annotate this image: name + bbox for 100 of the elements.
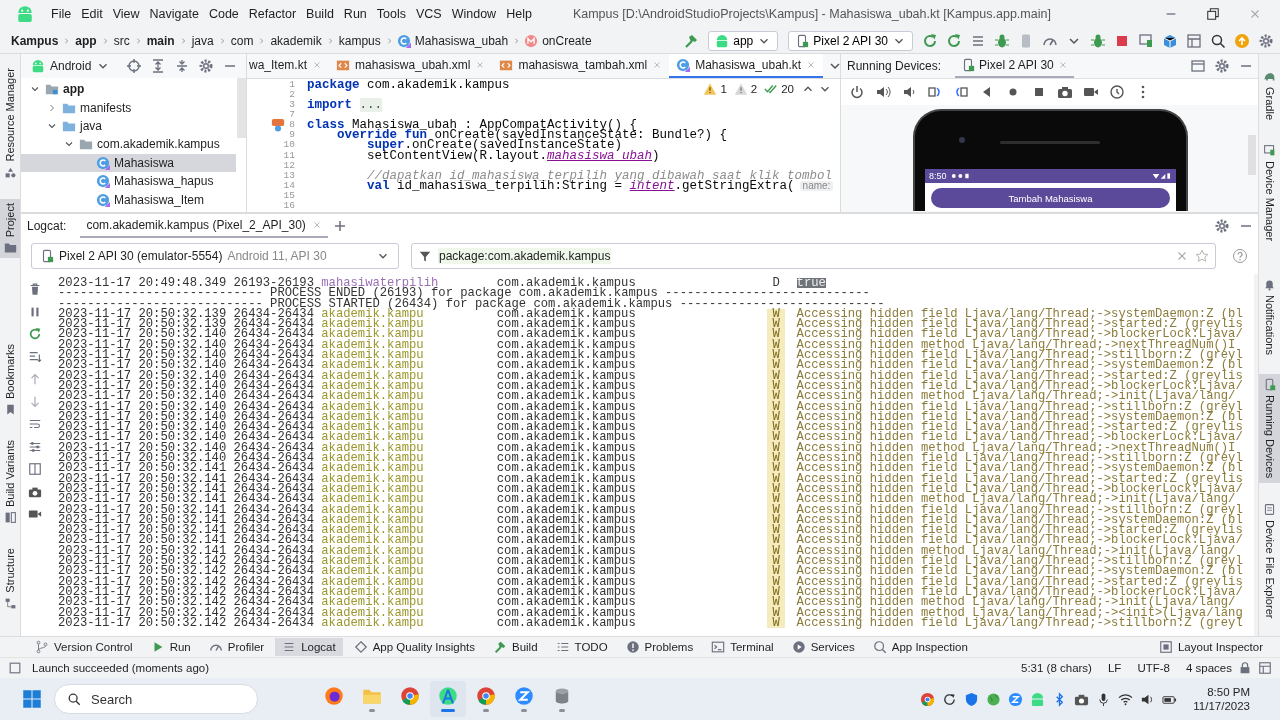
status-item[interactable]: LF: [1107, 662, 1122, 674]
device-manager-icon[interactable]: [1138, 32, 1154, 49]
sync-icon[interactable]: [942, 691, 958, 707]
device-tab[interactable]: Pixel 2 API 30: [955, 54, 1074, 78]
settings-icon[interactable]: [1258, 32, 1274, 49]
tool-window-tab[interactable]: Structure: [0, 544, 20, 614]
breadcrumb[interactable]: src: [112, 33, 131, 48]
browser-icon[interactable]: [920, 691, 936, 707]
split-icon[interactable]: [28, 462, 42, 476]
tool-window-button[interactable]: App Quality Insights: [346, 638, 482, 656]
menu-item[interactable]: Run: [338, 7, 372, 21]
menu-item[interactable]: VCS: [411, 7, 447, 21]
tree-item[interactable]: Mahasiswa: [21, 153, 236, 172]
status-item[interactable]: 5:31 (8 chars): [1021, 662, 1092, 674]
rotate-right-icon[interactable]: [953, 84, 969, 100]
update-icon[interactable]: [1234, 32, 1250, 49]
scrollbar-thumb[interactable]: [237, 78, 246, 138]
tool-window-button[interactable]: Terminal: [704, 638, 781, 656]
tool-window-button[interactable]: Profiler: [201, 638, 272, 656]
tree-item[interactable]: java: [21, 116, 236, 136]
soft-wrap-icon[interactable]: [28, 417, 42, 431]
lock-icon[interactable]: [1238, 661, 1252, 675]
arrow-down-icon[interactable]: [28, 394, 42, 409]
tree-item[interactable]: app: [21, 80, 236, 99]
tool-window-tab[interactable]: Device File Explorer: [1259, 498, 1280, 622]
typo-count[interactable]: 20: [781, 83, 794, 95]
tool-window-button[interactable]: Problems: [618, 638, 701, 656]
breadcrumb[interactable]: java: [190, 33, 215, 48]
wifi-icon[interactable]: [1118, 691, 1134, 707]
volume-up-icon[interactable]: [875, 84, 891, 100]
breadcrumb[interactable]: akademik: [269, 33, 323, 48]
breadcrumb[interactable]: Kampus: [10, 33, 60, 48]
tree-item[interactable]: com.akademik.kampus: [21, 135, 236, 154]
tool-window-tab[interactable]: Device Manager: [1259, 140, 1280, 246]
menu-item[interactable]: Edit: [76, 7, 108, 21]
tool-window-tab[interactable]: Notifications: [1259, 273, 1280, 359]
tool-window-tab[interactable]: Project: [0, 198, 20, 258]
tool-window-tab[interactable]: Gradle: [1259, 66, 1280, 125]
apply-changes-icon[interactable]: [946, 32, 962, 49]
status-item[interactable]: 4 spaces: [1185, 662, 1232, 674]
hammer-icon[interactable]: [683, 32, 700, 49]
menu-item[interactable]: Tools: [371, 7, 411, 21]
logcat-tab[interactable]: com.akademik.kampus (Pixel_2_API_30): [80, 214, 328, 238]
volume-down-icon[interactable]: [901, 84, 917, 100]
help-icon[interactable]: [1232, 248, 1248, 264]
filter-field[interactable]: package:com.akademik.kampus: [411, 243, 1216, 269]
menu-item[interactable]: File: [46, 7, 77, 21]
menu-item[interactable]: View: [107, 7, 145, 21]
tool-window-button[interactable]: Version Control: [28, 638, 140, 656]
warning-count[interactable]: 1: [720, 83, 727, 95]
star-icon[interactable]: [1195, 249, 1209, 263]
format-icon[interactable]: [28, 439, 42, 454]
editor-tab[interactable]: mahasiswa_ubah.xml: [329, 54, 493, 78]
settings-icon[interactable]: [1214, 58, 1230, 74]
breadcrumb[interactable]: app: [74, 33, 98, 48]
breadcrumb[interactable]: kampus: [337, 33, 382, 48]
restart-icon[interactable]: [28, 327, 42, 341]
bug-icon[interactable]: [994, 32, 1010, 49]
scrollbar-track[interactable]: [1254, 274, 1258, 636]
rotate-left-icon[interactable]: [927, 84, 943, 100]
gutter-icon[interactable]: [271, 118, 285, 133]
menu-item[interactable]: Build: [301, 7, 339, 21]
shield-icon[interactable]: [964, 691, 980, 707]
locate-icon[interactable]: [126, 58, 143, 74]
bug-icon[interactable]: [1090, 32, 1106, 49]
start-icon[interactable]: [22, 689, 42, 709]
device-dropdown[interactable]: Pixel 2 API 30 (emulator-5554) Android 11, API 30: [31, 243, 399, 269]
tool-window-button[interactable]: Layout Inspector: [1151, 638, 1270, 656]
device-dropdown[interactable]: Pixel 2 API 30: [788, 30, 913, 51]
arrow-up-icon[interactable]: [28, 372, 42, 386]
editor-tab[interactable]: wa_Item.kt: [247, 54, 330, 78]
status-item[interactable]: UTF-8: [1137, 662, 1170, 674]
tree-item[interactable]: Mahasiswa_Item: [21, 190, 236, 209]
settings-icon[interactable]: [198, 58, 215, 74]
tool-window-tab[interactable]: Running Devices: [1259, 374, 1280, 483]
menu-item[interactable]: Window: [446, 7, 502, 21]
trash-icon[interactable]: [28, 282, 42, 296]
tool-window-button[interactable]: Run: [143, 638, 198, 656]
add-student-button[interactable]: Tambah Mahasiswa: [931, 188, 1170, 208]
rerun-icon[interactable]: [922, 32, 938, 49]
tool-window-button[interactable]: Services: [784, 638, 862, 656]
window-icon[interactable]: [1190, 58, 1206, 74]
globe-icon[interactable]: [986, 691, 1002, 707]
menu-item[interactable]: Navigate: [144, 7, 204, 21]
search-icon[interactable]: [1210, 32, 1226, 49]
tool-window-button[interactable]: App Inspection: [865, 638, 975, 656]
camera-icon[interactable]: [1057, 84, 1073, 100]
power-icon[interactable]: [849, 84, 865, 100]
snapshot-icon[interactable]: [1109, 84, 1125, 100]
menu-item[interactable]: Code: [203, 7, 244, 21]
tool-window-button[interactable]: Logcat: [275, 638, 343, 656]
tree-item[interactable]: manifests: [21, 98, 236, 117]
clock-date[interactable]: 11/17/2023: [1193, 700, 1250, 712]
breadcrumb[interactable]: com: [229, 33, 255, 48]
memory-icon[interactable]: [1258, 661, 1272, 675]
settings-icon[interactable]: [1214, 218, 1230, 234]
tool-window-button[interactable]: TODO: [548, 638, 615, 656]
search-field[interactable]: Search: [54, 684, 258, 714]
tool-window-button[interactable]: Build: [486, 638, 545, 656]
app-icon[interactable]: [1008, 691, 1024, 707]
